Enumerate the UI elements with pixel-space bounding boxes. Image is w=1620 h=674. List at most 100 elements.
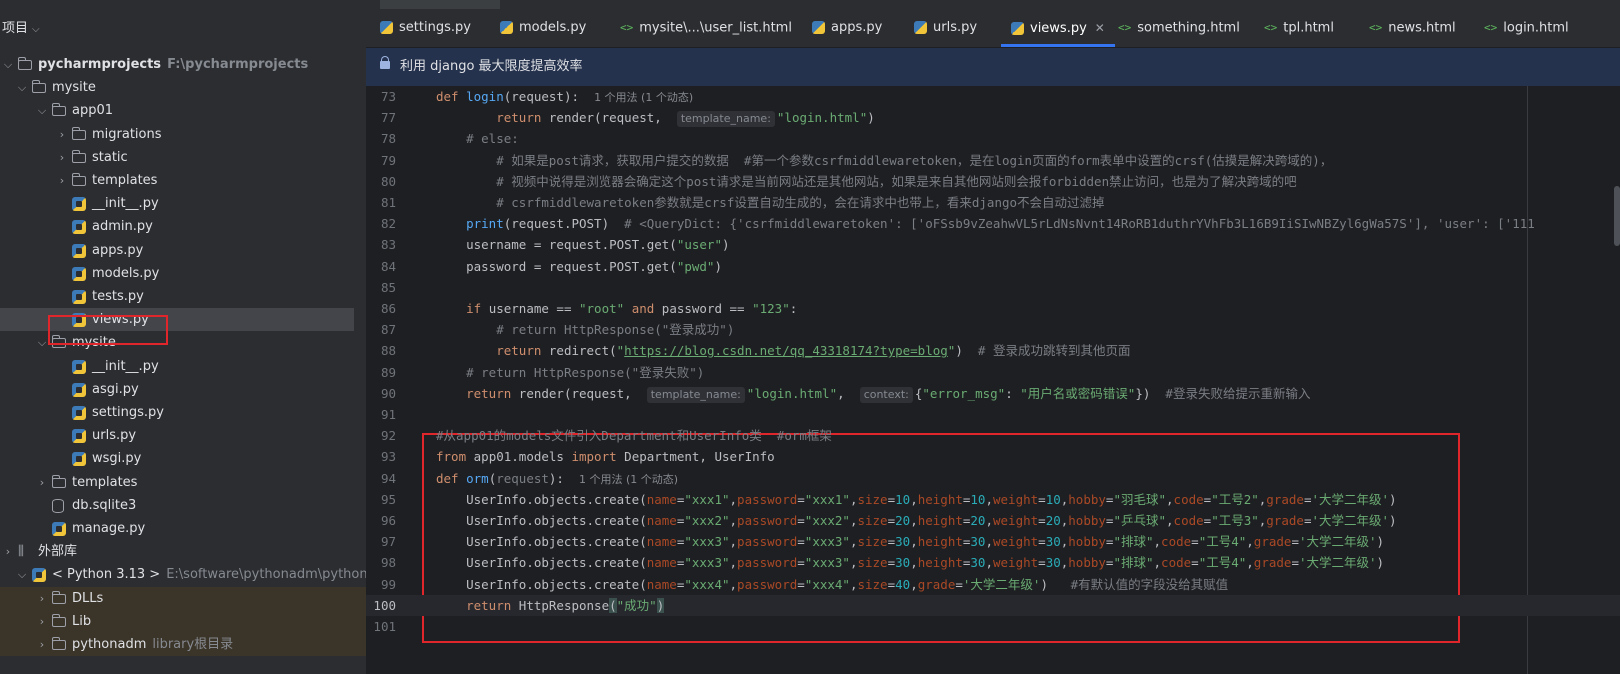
python-file-icon [72,452,86,467]
usage-hint[interactable]: 1 个用法 (1 个动态) [594,91,693,104]
code-line[interactable]: 81 # csrfmiddlewaretoken参数就是crsf设置自动生成的，… [366,192,1620,213]
code-line[interactable]: 84 password = request.POST.get("pwd") [366,256,1620,277]
chevron-right-icon[interactable]: › [2,540,14,563]
code-line[interactable]: 93 from app01.models import Department, U… [366,446,1620,467]
usage-hint[interactable]: 1 个用法 (1 个动态) [579,473,678,486]
editor-tab[interactable]: <> tpl.html [1264,9,1334,47]
chevron-down-icon[interactable]: ⌵ [36,331,48,354]
tree-item[interactable]: admin.py [0,215,366,238]
editor-tab[interactable]: models.py [500,9,586,47]
editor-tab[interactable]: <> something.html [1118,9,1240,47]
editor-tab[interactable]: views.py ✕ [1001,9,1115,47]
tree-item[interactable]: › templates [0,169,366,192]
code-token: "排球" [1113,555,1154,571]
tree-item[interactable]: ⌵ < Python 3.13 > E:\software\pythonadm\py… [0,563,366,586]
tree-item[interactable]: ⌵ mysite [0,76,366,99]
editor-tab[interactable]: <> mysite\...\user_list.html [620,9,792,47]
code-line[interactable]: 86 if username == "root" and password ==… [366,298,1620,319]
code-line[interactable]: 87 # return HttpResponse("登录成功") [366,319,1620,340]
code-line[interactable]: 95 UserInfo.objects.create(name="xxx1",p… [366,489,1620,510]
chevron-down-icon[interactable]: ⌵ [2,53,14,76]
tree-item[interactable]: › ⫼ 外部库 [0,540,366,563]
code-token: if [466,301,489,316]
code-token: UserInfo.objects.create( [436,513,647,528]
tree-item[interactable]: settings.py [0,401,366,424]
editor-tab[interactable]: <> news.html [1369,9,1456,47]
chevron-right-icon[interactable]: › [36,587,48,610]
chevron-right-icon[interactable]: › [56,146,68,169]
chevron-down-icon[interactable]: ⌵ [32,24,40,35]
code-line[interactable]: 79 # 如果是post请求，获取用户提交的数据 #第一个参数csrfmiddl… [366,150,1620,171]
code-line[interactable]: 82 print(request.POST) # <QueryDict: {'c… [366,213,1620,234]
code-line[interactable]: 91 [366,404,1620,425]
code-token: def [436,89,467,104]
tree-item[interactable]: asgi.py [0,378,366,401]
code-token[interactable]: https://blog.csdn.net/qq_43318174?type=b… [624,343,948,358]
tree-item[interactable]: wsgi.py [0,447,366,470]
tree-item[interactable]: › static [0,146,366,169]
tree-item[interactable]: manage.py [0,517,366,540]
chevron-right-icon[interactable]: › [56,169,68,192]
code-text: print(request.POST) # <QueryDict: {'csrf… [436,213,1535,234]
editor-tab-bar: settings.py models.py <> mysite\...\user_li… [366,9,1620,48]
tree-item[interactable]: › pythonadm library根目录 [0,633,366,656]
chevron-right-icon[interactable]: › [36,633,48,656]
tree-item[interactable]: tests.py [0,285,366,308]
code-line[interactable]: 73 def login(request): 1 个用法 (1 个动态) [366,86,1620,107]
code-line[interactable]: 90 return render(request, template_name:… [366,383,1620,404]
code-token: "xxx2" [804,513,850,528]
line-number: 95 [380,491,396,507]
code-token: "root" [579,301,632,316]
code-line[interactable]: 98 UserInfo.objects.create(name="xxx3",p… [366,552,1620,573]
editor-tab[interactable]: <> login.html [1484,9,1569,47]
python-file-icon [72,290,86,304]
code-line[interactable]: 85 [366,277,1620,298]
code-line[interactable]: 77 return render(request, template_name:… [366,107,1620,128]
python-file-icon [380,21,393,34]
code-line[interactable]: 94 def orm(request): 1 个用法 (1 个动态) [366,468,1620,489]
chevron-down-icon[interactable]: ⌵ [16,563,28,586]
chevron-right-icon[interactable]: › [36,471,48,494]
tree-item[interactable]: › DLLs [0,586,366,610]
tree-item[interactable]: __init__.py [0,192,366,215]
code-token: , [837,385,860,401]
code-line[interactable]: 99 UserInfo.objects.create(name="xxx4",p… [366,574,1620,595]
code-line[interactable]: 96 UserInfo.objects.create(name="xxx2",p… [366,510,1620,531]
tree-item[interactable]: __init__.py [0,355,366,378]
tree-item-label: mysite [52,80,96,96]
code-text: # else: [436,128,519,149]
close-tab-icon[interactable]: ✕ [1095,21,1105,35]
tree-item[interactable]: urls.py [0,424,366,447]
tree-item[interactable]: ⌵ app01 [0,99,366,122]
chevron-down-icon[interactable]: ⌵ [36,99,48,122]
code-line[interactable]: 88 return redirect("https://blog.csdn.ne… [366,340,1620,361]
tree-item[interactable]: › Lib [0,609,366,633]
code-line[interactable]: 89 # return HttpResponse("登录失败") [366,362,1620,383]
tree-item[interactable]: apps.py [0,239,366,262]
tree-item[interactable]: models.py [0,262,366,285]
code-token: "用户名或密码错误" [1020,385,1136,401]
tree-item[interactable]: › migrations [0,123,366,146]
tree-item[interactable]: › templates [0,471,366,494]
code-line[interactable]: 100 return HttpResponse("成功") [366,594,1620,616]
code-token: '大学二年级' [1311,491,1390,507]
code-line[interactable]: 92 #从app01的models文件引入Department和UserInfo类… [366,425,1620,446]
code-line[interactable]: 101 [366,616,1620,637]
chevron-right-icon[interactable]: › [36,610,48,633]
code-token: : [789,301,798,316]
code-token: "user" [676,237,722,253]
code-line[interactable]: 97 UserInfo.objects.create(name="xxx3",p… [366,531,1620,552]
folder-icon [17,57,32,70]
project-view-header[interactable]: 项目 ⌵ [0,18,40,40]
editor-tab[interactable]: urls.py [914,9,977,47]
code-line[interactable]: 80 # 视频中说得是浏览器会确定这个post请求是当前网站还是其他网站，如果是… [366,171,1620,192]
chevron-right-icon[interactable]: › [56,123,68,146]
tree-item[interactable]: db.sqlite3 [0,494,366,517]
code-line[interactable]: 83 username = request.POST.get("user") [366,234,1620,255]
chevron-down-icon[interactable]: ⌵ [16,76,28,99]
code-line[interactable]: 78 # else: [366,128,1620,149]
editor-tab[interactable]: settings.py [380,9,471,47]
code-editor[interactable]: 73 def login(request): 1 个用法 (1 个动态) 77 re… [366,86,1620,674]
tree-item[interactable]: ⌵ pycharmprojects F:\pycharmprojects [0,53,366,76]
editor-tab[interactable]: apps.py [812,9,882,47]
